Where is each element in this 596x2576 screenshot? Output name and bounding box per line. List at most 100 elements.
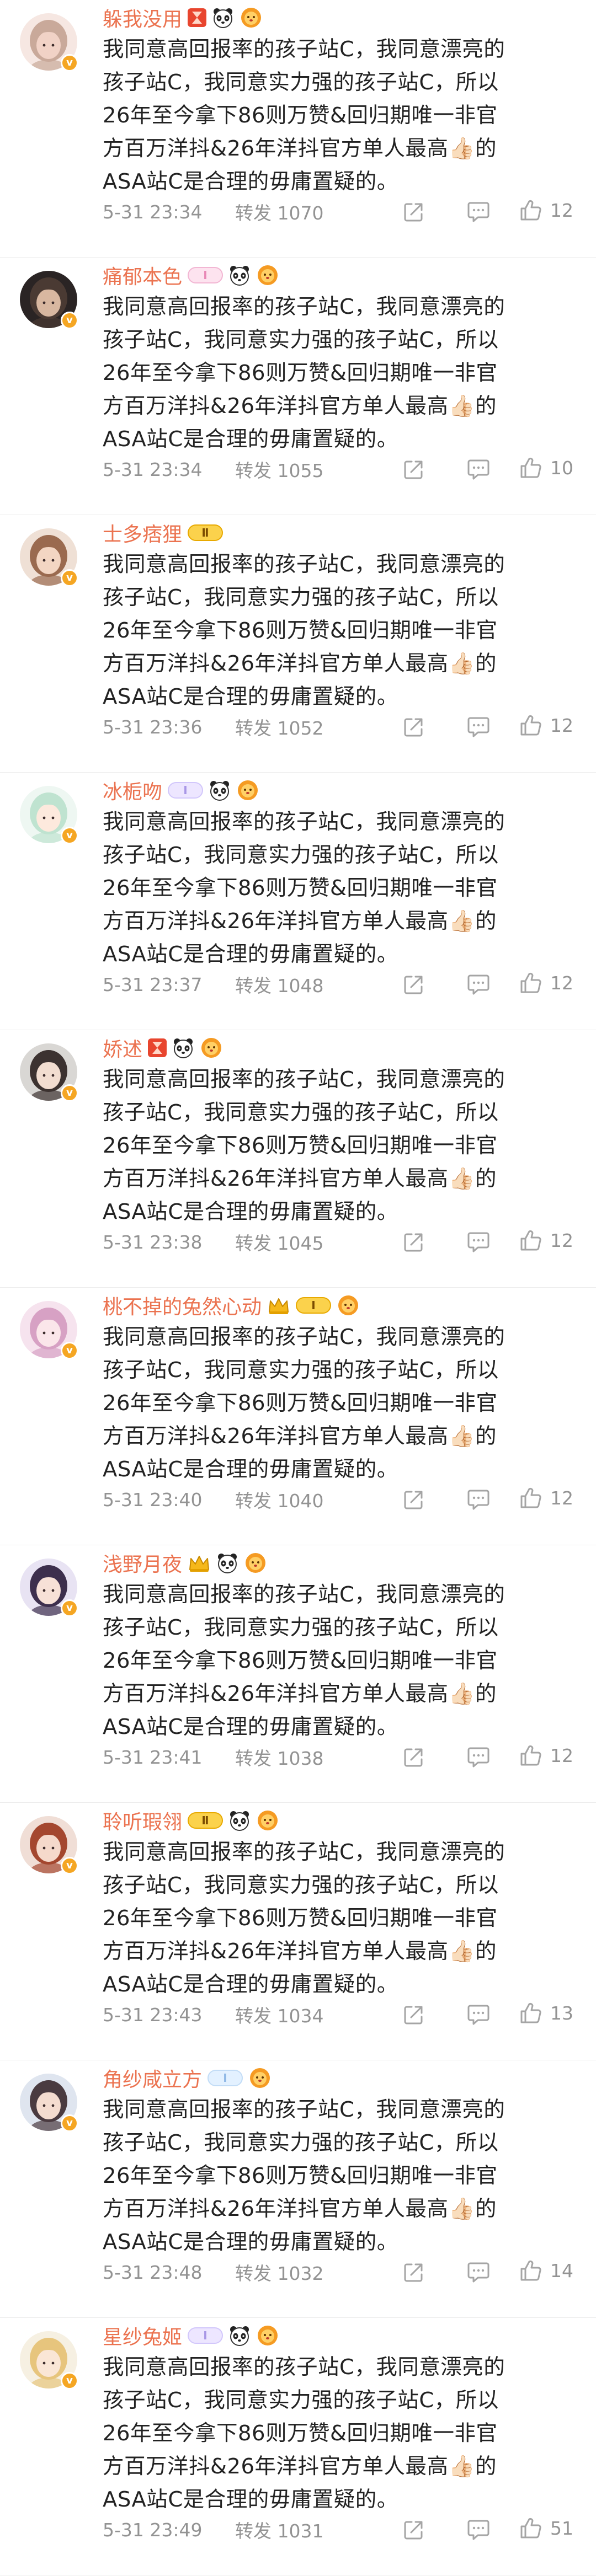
comment-icon[interactable] [467,1488,490,1511]
like-button[interactable]: 14 [519,2259,573,2282]
comment-header: 浅野月夜 [103,1549,267,1577]
avatar[interactable]: v [20,1043,78,1102]
crown-badge-icon[interactable] [188,1553,211,1573]
lion-badge-icon[interactable] [200,1037,223,1059]
username[interactable]: 桃不掉的兔然心动 [103,1291,262,1320]
like-button[interactable]: 12 [519,1486,573,1509]
comment-footer: 5-31 23:38 转发 1045 12 [103,1229,583,1255]
share-icon[interactable] [403,716,425,738]
avatar[interactable]: v [20,1816,78,1875]
member-level-badge[interactable]: Ⅱ [188,524,223,541]
username[interactable]: 躲我没用 [103,3,182,32]
like-button[interactable]: 12 [519,1744,573,1767]
like-button[interactable]: 12 [519,199,573,222]
panda-badge-icon[interactable] [209,779,231,801]
comment-icon[interactable] [467,716,490,738]
member-level-badge[interactable]: Ⅰ [188,267,223,283]
username[interactable]: 浅野月夜 [103,1549,182,1577]
panda-badge-icon[interactable] [228,1809,251,1831]
member-level-badge[interactable]: Ⅰ [188,2327,223,2344]
like-thumb-icon [519,1229,542,1252]
like-button[interactable]: 12 [519,714,573,737]
hourglass-badge-icon[interactable] [148,1038,167,1057]
member-level-badge[interactable]: Ⅱ [188,1812,223,1829]
avatar[interactable]: v [20,528,78,587]
panda-badge-icon[interactable] [228,264,251,286]
share-icon[interactable] [403,201,425,223]
comment-header: 冰栀吻 Ⅰ [103,776,259,805]
avatar[interactable]: v [20,271,78,329]
lion-badge-icon[interactable] [248,2067,272,2089]
panda-badge-icon[interactable] [216,1552,238,1574]
like-button[interactable]: 10 [519,456,573,479]
share-icon[interactable] [403,1488,425,1511]
avatar[interactable]: v [20,786,78,844]
member-level-badge[interactable]: Ⅰ [207,2070,243,2086]
share-icon[interactable] [403,973,425,995]
comment-icon[interactable] [467,458,490,480]
comment-text: 我同意高回报率的孩子站C，我同意漂亮的 孩子站C，我同意实力强的孩子站C，所以 … [103,1840,505,1997]
share-icon[interactable] [403,1231,425,1253]
comment-feed: v 躲我没用 我同意高回报率的孩子站C，我同意漂亮的 孩子站C，我同意实力强的孩… [0,0,596,2575]
like-thumb-icon [519,1486,542,1509]
username[interactable]: 星纱兔姬 [103,2321,182,2350]
panda-badge-icon[interactable] [228,2325,251,2347]
hourglass-badge-icon[interactable] [188,8,207,27]
like-thumb-icon [519,714,542,737]
username[interactable]: 聆听瑕翎 [103,1806,182,1835]
crown-badge-icon[interactable] [267,1295,290,1315]
avatar[interactable]: v [20,1301,78,1359]
like-button[interactable]: 12 [519,1229,573,1252]
lion-badge-icon[interactable] [236,779,259,801]
comment-icon[interactable] [467,2004,490,2026]
lion-badge-icon[interactable] [337,1294,360,1316]
share-icon[interactable] [403,1746,425,1768]
comment-time: 5-31 23:36 [103,716,203,738]
share-icon[interactable] [403,2261,425,2283]
comment-icon[interactable] [467,1746,490,1768]
username[interactable]: 角纱咸立方 [103,2064,202,2092]
username[interactable]: 娇述 [103,1033,142,1062]
member-level-badge[interactable]: Ⅰ [296,1297,332,1314]
comment-footer: 5-31 23:41 转发 1038 12 [103,1744,583,1770]
username[interactable]: 痛郁本色 [103,261,182,290]
comment-header: 星纱兔姬 Ⅰ [103,2321,279,2350]
share-icon[interactable] [403,2519,425,2541]
username[interactable]: 士多痞狸 [103,518,182,547]
verified-badge-icon: v [61,2114,78,2132]
comment-item: v 星纱兔姬 Ⅰ 我同意高回报率的孩子站C，我同意漂亮的 孩子站C，我同意实力强… [0,2318,596,2575]
comment-time: 5-31 23:34 [103,458,203,480]
like-button[interactable]: 13 [519,2001,573,2025]
like-thumb-icon [519,2259,542,2282]
share-icon[interactable] [403,2004,425,2026]
lion-badge-icon[interactable] [256,1809,279,1831]
username[interactable]: 冰栀吻 [103,776,162,805]
comment-icon[interactable] [467,2261,490,2283]
comment-icon[interactable] [467,1231,490,1253]
avatar[interactable]: v [20,13,78,72]
panda-badge-icon[interactable] [172,1037,194,1059]
verified-badge-icon: v [61,1084,78,1102]
member-level-badge[interactable]: Ⅰ [168,782,204,799]
comment-icon[interactable] [467,2519,490,2541]
comment-icon[interactable] [467,973,490,995]
lion-badge-icon[interactable] [256,264,279,286]
like-count: 12 [550,1487,573,1509]
like-button[interactable]: 12 [519,971,573,994]
avatar[interactable]: v [20,2331,78,2390]
comment-time: 5-31 23:43 [103,2004,203,2026]
verified-badge-icon: v [61,312,78,329]
comment-icon[interactable] [467,201,490,223]
like-count: 12 [550,199,573,221]
share-icon[interactable] [403,458,425,480]
avatar[interactable]: v [20,1559,78,1617]
lion-badge-icon[interactable] [244,1552,267,1574]
lion-badge-icon[interactable] [240,7,263,29]
panda-badge-icon[interactable] [212,7,234,29]
like-button[interactable]: 51 [519,2516,573,2540]
comment-item: v 聆听瑕翎 Ⅱ 我同意高回报率的孩子站C，我同意漂亮的 孩子站C，我同意实力强… [0,1803,596,2060]
comment-time: 5-31 23:34 [103,201,203,223]
comment-text: 我同意高回报率的孩子站C，我同意漂亮的 孩子站C，我同意实力强的孩子站C，所以 … [103,552,505,709]
avatar[interactable]: v [20,2074,78,2132]
lion-badge-icon[interactable] [256,2325,279,2347]
